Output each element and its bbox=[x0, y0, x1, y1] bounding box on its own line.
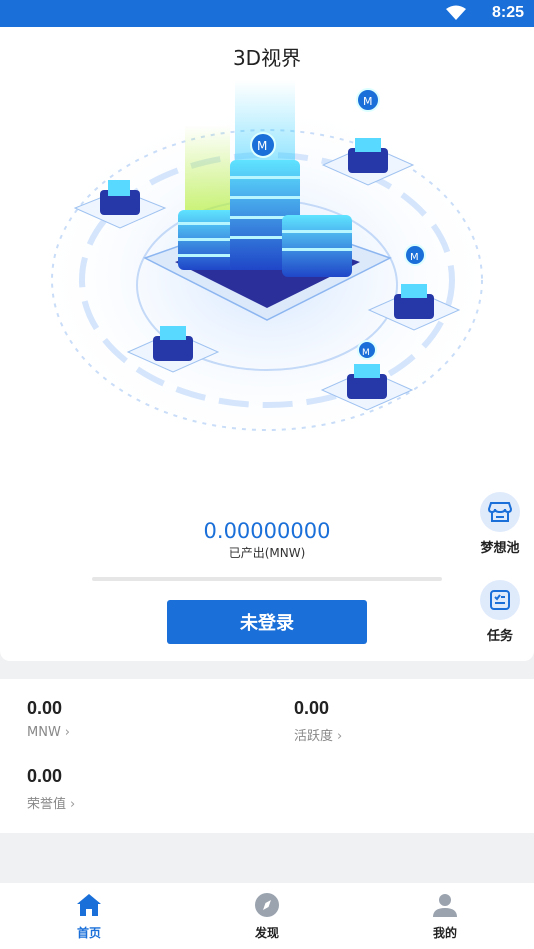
tasks-label: 任务 bbox=[486, 629, 513, 644]
chevron-right-icon: › bbox=[70, 797, 76, 812]
stat-label: 荣誉值 bbox=[27, 797, 67, 812]
stat-label: MNW bbox=[27, 725, 61, 740]
bottom-tab-bar: 首页 发现 我的 bbox=[0, 883, 534, 949]
tab-mine[interactable]: 我的 bbox=[405, 891, 485, 941]
store-icon bbox=[480, 492, 520, 532]
tab-label: 发现 bbox=[254, 926, 279, 940]
home-icon bbox=[49, 891, 129, 922]
stat-activity[interactable]: 0.00 活跃度 › bbox=[294, 698, 342, 744]
data-center-illustration: M M M M bbox=[30, 80, 504, 470]
tab-home[interactable]: 首页 bbox=[49, 891, 129, 941]
stat-value: 0.00 bbox=[294, 698, 330, 718]
svg-text:M: M bbox=[410, 252, 419, 263]
status-bar: 8:25 bbox=[0, 0, 534, 27]
page-title: 3D视界 bbox=[232, 46, 302, 70]
stats-panel: 0.00 MNW › 0.00 活跃度 › 0.00 荣誉值 › bbox=[0, 679, 534, 833]
svg-text:M: M bbox=[363, 95, 373, 108]
stat-value: 0.00 bbox=[27, 766, 63, 786]
stat-value: 0.00 bbox=[27, 698, 63, 718]
stat-mnw[interactable]: 0.00 MNW › bbox=[27, 698, 70, 740]
stat-label: 活跃度 bbox=[294, 729, 334, 744]
clock: 8:25 bbox=[491, 4, 524, 21]
compass-icon bbox=[227, 891, 307, 922]
svg-text:M: M bbox=[362, 348, 370, 358]
svg-text:M: M bbox=[257, 139, 267, 153]
tab-label: 我的 bbox=[432, 926, 457, 940]
dream-pool-label: 梦想池 bbox=[480, 541, 520, 556]
task-list-icon bbox=[480, 580, 520, 620]
tab-label: 首页 bbox=[76, 926, 101, 940]
mined-amount: 0.00000000 bbox=[203, 519, 331, 543]
chevron-right-icon: › bbox=[337, 729, 343, 744]
dream-pool-button[interactable]: 梦想池 bbox=[473, 492, 527, 556]
wifi-icon bbox=[446, 5, 466, 25]
person-icon bbox=[405, 891, 485, 922]
stat-honor[interactable]: 0.00 荣誉值 › bbox=[27, 766, 75, 812]
mined-amount-label: 已产出(MNW) bbox=[228, 546, 306, 560]
tab-discover[interactable]: 发现 bbox=[227, 891, 307, 941]
tasks-button[interactable]: 任务 bbox=[473, 580, 527, 644]
chevron-right-icon: › bbox=[64, 725, 70, 740]
mining-progress-bar bbox=[92, 577, 442, 581]
login-button[interactable]: 未登录 bbox=[167, 600, 367, 644]
